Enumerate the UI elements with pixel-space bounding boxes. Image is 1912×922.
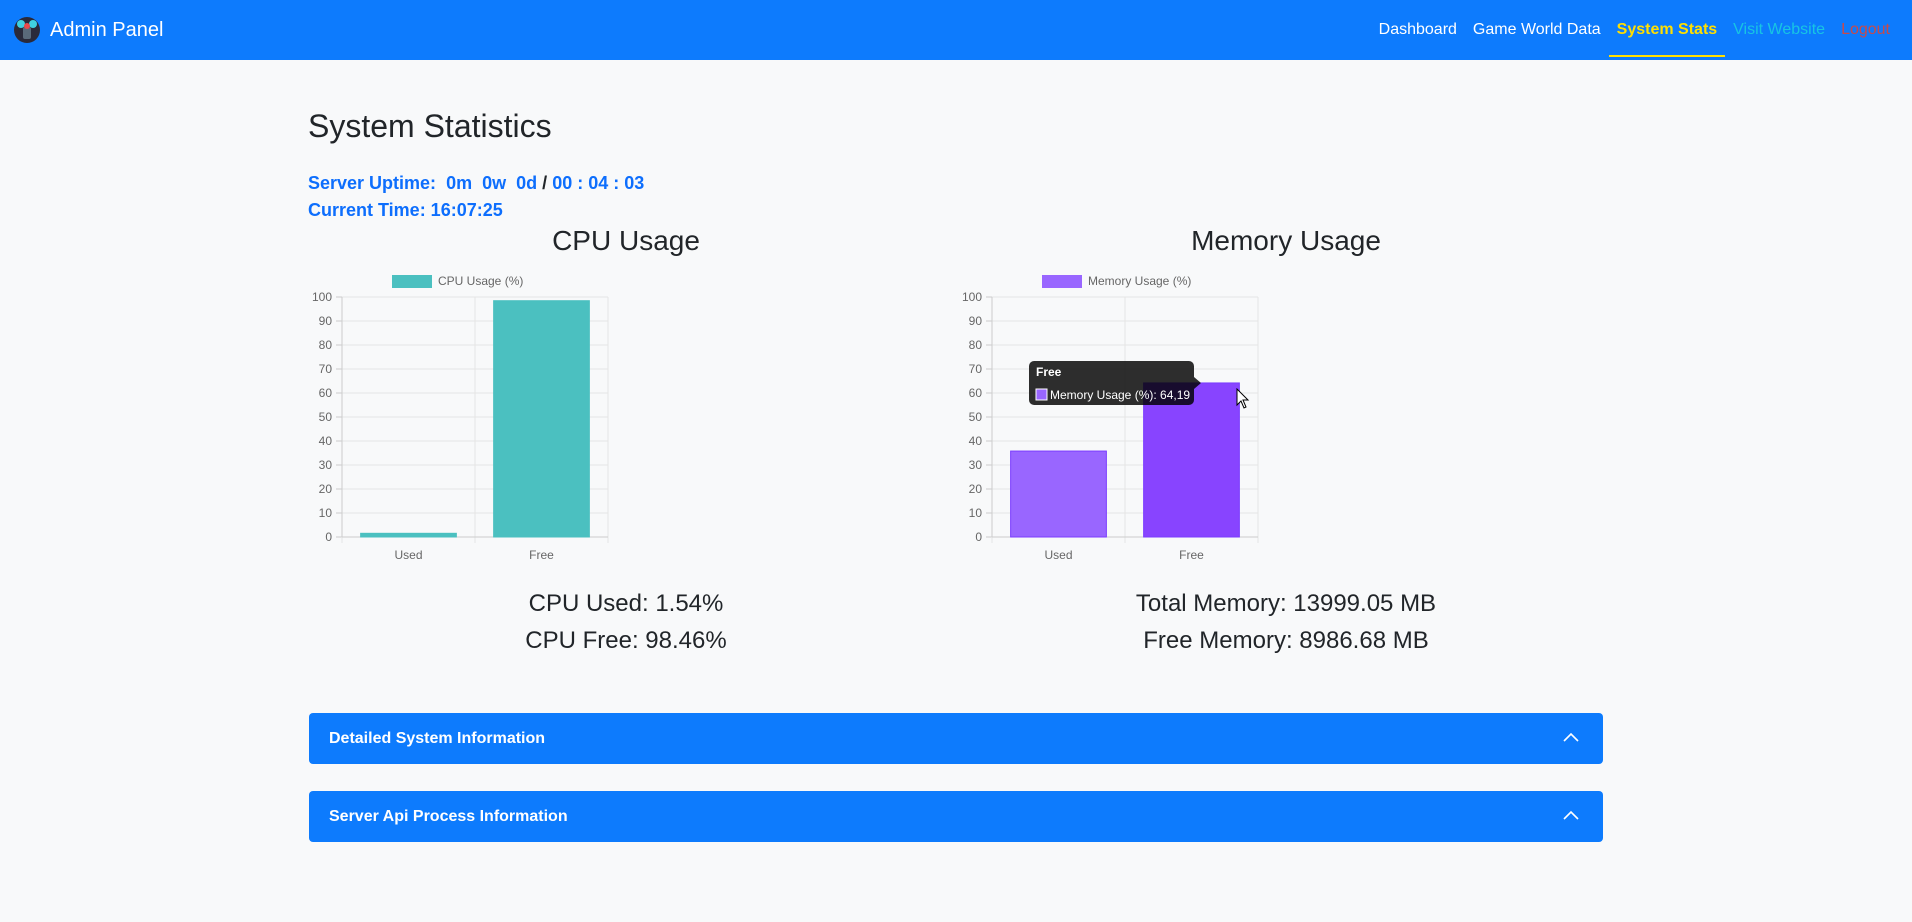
y-tick-label: 40 <box>319 434 333 448</box>
y-tick-label: 70 <box>319 362 333 376</box>
bar-free <box>493 300 590 538</box>
y-tick-label: 0 <box>975 530 982 544</box>
y-tick-label: 40 <box>969 434 983 448</box>
brand[interactable]: Admin Panel <box>12 14 163 46</box>
accordion-label: Detailed System Information <box>329 730 546 747</box>
nav-logout[interactable]: Logout <box>1833 0 1898 60</box>
y-tick-label: 0 <box>325 530 332 544</box>
y-tick-label: 30 <box>319 458 333 472</box>
uptime-months: 0m <box>446 173 473 193</box>
memory-usage-chart: Memory Usage (%) 0 10 20 30 40 50 60 70 80 90 100 Us… <box>962 274 1259 562</box>
y-tick-label: 90 <box>969 314 983 328</box>
nav-system-stats[interactable]: System Stats <box>1608 0 1726 60</box>
accordion-detailed-system-info[interactable]: Detailed System Information <box>309 713 1603 764</box>
accordion-label: Server Api Process Information <box>329 808 568 825</box>
nav-game-world-data[interactable]: Game World Data <box>1465 0 1609 60</box>
joystick-logo-icon <box>14 17 40 43</box>
y-tick-label: 10 <box>319 506 333 520</box>
cpu-free-text: CPU Free: 98.46% <box>525 627 727 654</box>
tooltip-swatch <box>1035 388 1048 401</box>
y-tick-label: 20 <box>969 482 983 496</box>
uptime-label: Server Uptime: <box>308 173 437 193</box>
nav-visit-website[interactable]: Visit Website <box>1725 0 1833 60</box>
mouse-cursor-icon <box>1236 388 1250 409</box>
legend-label: Memory Usage (%) <box>1088 274 1191 288</box>
legend-swatch <box>392 275 432 288</box>
y-tick-label: 60 <box>319 386 333 400</box>
uptime-minutes: 04 <box>588 173 609 193</box>
x-tick-label: Used <box>394 548 422 562</box>
uptime-weeks: 0w <box>482 173 507 193</box>
uptime-hours: 00 <box>552 173 573 193</box>
chart-legend: CPU Usage (%) <box>392 274 523 288</box>
y-tick-label: 100 <box>312 290 332 304</box>
y-tick-label: 70 <box>969 362 983 376</box>
y-tick-label: 80 <box>319 338 333 352</box>
chevron-up-icon <box>1563 810 1579 820</box>
y-tick-label: 50 <box>969 410 983 424</box>
x-tick-label: Free <box>1179 548 1204 562</box>
y-tick-label: 60 <box>969 386 983 400</box>
tooltip-label: Memory Usage (%): 64,19 <box>1050 388 1190 402</box>
server-uptime: Server Uptime: 0m 0w 0d / 00 : 04 : 03 <box>308 173 645 193</box>
y-tick-label: 20 <box>319 482 333 496</box>
uptime-days: 0d <box>516 173 538 193</box>
chart-legend: Memory Usage (%) <box>1042 274 1191 288</box>
tooltip-title: Free <box>1036 365 1062 379</box>
x-tick-label: Used <box>1044 548 1072 562</box>
chevron-up-icon <box>1563 732 1579 742</box>
y-tick-label: 80 <box>969 338 983 352</box>
brand-title: Admin Panel <box>50 19 164 41</box>
bar-used <box>360 532 457 538</box>
y-tick-label: 90 <box>319 314 333 328</box>
uptime-seconds: 03 <box>624 173 645 193</box>
y-tick-label: 50 <box>319 410 333 424</box>
navbar: Admin Panel Dashboard Game World Data Sy… <box>0 0 1912 60</box>
legend-swatch <box>1042 275 1082 288</box>
nav-menu: Dashboard Game World Data System Stats V… <box>1371 0 1912 60</box>
accordion-server-api-process-info[interactable]: Server Api Process Information <box>309 791 1603 842</box>
current-time: Current Time: 16:07:25 <box>308 200 503 220</box>
chart-tooltip: Free Memory Usage (%): 64,19 <box>1029 361 1201 405</box>
memory-total-text: Total Memory: 13999.05 MB <box>1135 590 1437 617</box>
nav-dashboard[interactable]: Dashboard <box>1371 0 1465 60</box>
cpu-usage-chart: CPU Usage (%) 0 10 20 30 40 50 60 70 80 90 100 Used F… <box>312 274 609 562</box>
bar-free <box>1143 382 1240 538</box>
y-tick-label: 30 <box>969 458 983 472</box>
cpu-chart-title: CPU Usage <box>552 225 700 256</box>
x-tick-label: Free <box>529 548 554 562</box>
memory-chart-title: Memory Usage <box>1191 225 1381 256</box>
y-tick-label: 10 <box>969 506 983 520</box>
y-tick-label: 100 <box>962 290 982 304</box>
bar-used <box>1010 450 1107 538</box>
cpu-used-text: CPU Used: 1.54% <box>528 590 724 617</box>
uptime-separator: / <box>542 173 548 193</box>
memory-free-text: Free Memory: 8986.68 MB <box>1143 627 1429 654</box>
legend-label: CPU Usage (%) <box>438 274 523 288</box>
page-title: System Statistics <box>308 108 552 144</box>
